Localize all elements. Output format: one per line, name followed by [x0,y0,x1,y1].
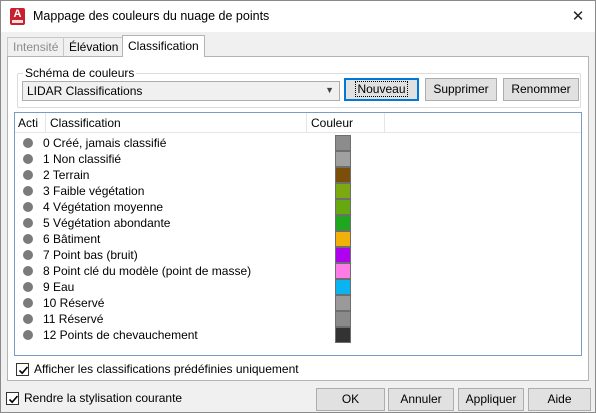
apply-button[interactable]: Appliquer [458,388,524,411]
list-item[interactable]: 7 Point bas (bruit) [15,247,581,263]
color-swatch[interactable] [335,231,351,247]
new-scheme-button[interactable]: Nouveau [344,78,419,101]
list-item[interactable]: 9 Eau [15,279,581,295]
active-bulb-icon[interactable] [23,298,33,308]
header-color[interactable]: Couleur [307,113,385,133]
active-bulb-icon[interactable] [23,170,33,180]
list-item[interactable]: 1 Non classifié [15,151,581,167]
list-item[interactable]: 5 Végétation abondante [15,215,581,231]
classification-label: 3 Faible végétation [43,184,145,198]
rename-scheme-button[interactable]: Renommer [503,78,579,101]
classification-label: 8 Point clé du modèle (point de masse) [43,264,252,278]
close-icon[interactable]: ✕ [565,4,591,28]
classification-label: 10 Réservé [43,296,105,310]
color-scheme-select[interactable]: LIDAR Classifications ▼ [22,81,340,101]
title-bar[interactable]: A Mappage des couleurs du nuage de point… [1,1,595,32]
color-swatch[interactable] [335,183,351,199]
classification-label: 4 Végétation moyenne [43,200,164,214]
list-item[interactable]: 3 Faible végétation [15,183,581,199]
color-swatch[interactable] [335,327,351,343]
color-swatch[interactable] [335,311,351,327]
list-item[interactable]: 11 Réservé [15,311,581,327]
active-bulb-icon[interactable] [23,186,33,196]
tab-classification[interactable]: Classification [122,35,205,57]
color-swatch[interactable] [335,263,351,279]
header-classification[interactable]: Classification [46,113,307,133]
list-item[interactable]: 10 Réservé [15,295,581,311]
color-swatch[interactable] [335,215,351,231]
render-current-label: Rendre la stylisation courante [24,391,183,405]
classification-label: 6 Bâtiment [43,232,101,246]
list-item[interactable]: 4 Végétation moyenne [15,199,581,215]
tab-elevation[interactable]: Élévation [63,37,125,56]
active-bulb-icon[interactable] [23,202,33,212]
color-swatch[interactable] [335,135,351,151]
color-scheme-label: Schéma de couleurs [23,66,137,80]
predefined-only-checkbox[interactable] [16,363,29,376]
list-item[interactable]: 2 Terrain [15,167,581,183]
ok-button[interactable]: OK [316,388,385,411]
active-bulb-icon[interactable] [23,314,33,324]
tab-intensite: Intensité [7,37,65,56]
active-bulb-icon[interactable] [23,154,33,164]
classification-label: 0 Créé, jamais classifié [43,136,167,150]
cancel-button[interactable]: Annuler [388,388,454,411]
color-swatch[interactable] [335,279,351,295]
dialog-window: A Mappage des couleurs du nuage de point… [0,0,596,413]
dialog-title: Mappage des couleurs du nuage de points [33,9,270,23]
active-bulb-icon[interactable] [23,250,33,260]
color-swatch[interactable] [335,199,351,215]
checkmark-icon [18,366,29,375]
header-active[interactable]: Acti [15,113,46,133]
active-bulb-icon[interactable] [23,234,33,244]
delete-scheme-button[interactable]: Supprimer [425,78,497,101]
color-swatch[interactable] [335,167,351,183]
classification-label: 1 Non classifié [43,152,122,166]
list-item[interactable]: 8 Point clé du modèle (point de masse) [15,263,581,279]
classification-list[interactable]: Acti Classification Couleur 0 Créé, jama… [14,112,582,356]
color-swatch[interactable] [335,151,351,167]
classification-label: 2 Terrain [43,168,90,182]
classification-label: 7 Point bas (bruit) [43,248,138,262]
active-bulb-icon[interactable] [23,266,33,276]
list-item[interactable]: 12 Points de chevauchement [15,327,581,343]
active-bulb-icon[interactable] [23,218,33,228]
list-header: Acti Classification Couleur [15,113,581,133]
classification-label: 11 Réservé [43,312,104,326]
classification-panel: Schéma de couleurs LIDAR Classifications… [7,56,589,381]
active-bulb-icon[interactable] [23,138,33,148]
checkmark-icon [8,395,19,404]
classification-label: 12 Points de chevauchement [43,328,198,342]
help-button[interactable]: Aide [528,388,591,411]
chevron-down-icon: ▼ [325,85,334,95]
predefined-only-label: Afficher les classifications prédéfinies… [34,362,299,376]
list-item[interactable]: 6 Bâtiment [15,231,581,247]
classification-label: 9 Eau [43,280,75,294]
active-bulb-icon[interactable] [23,330,33,340]
color-swatch[interactable] [335,247,351,263]
list-item[interactable]: 0 Créé, jamais classifié [15,135,581,151]
color-swatch[interactable] [335,295,351,311]
active-bulb-icon[interactable] [23,282,33,292]
classification-label: 5 Végétation abondante [43,216,171,230]
render-current-checkbox[interactable] [6,392,19,405]
autocad-app-icon: A [10,8,25,25]
